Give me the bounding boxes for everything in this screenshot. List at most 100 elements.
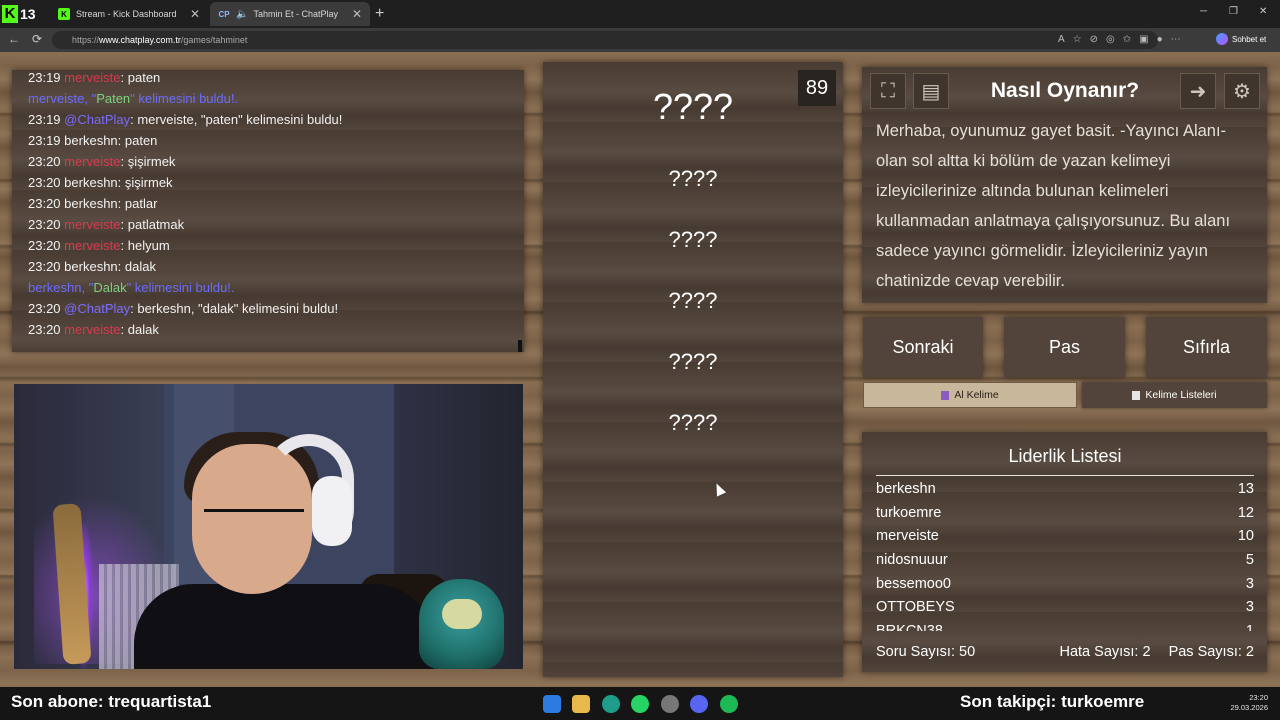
chat-timestamp: 23:20	[28, 154, 61, 169]
tracking-icon[interactable]: ⊘	[1090, 34, 1098, 45]
minimize-button[interactable]: ─	[1200, 6, 1207, 17]
url-host: www.chatplay.com.tr	[99, 35, 181, 45]
whatsapp-icon[interactable]	[631, 695, 649, 713]
leaderboard-row: nidosnuuur 5	[876, 549, 1254, 573]
chat-timestamp: 23:20	[28, 175, 61, 190]
game-stats: Soru Sayısı: 50 Hata Sayısı: 2 Pas Sayıs…	[876, 644, 1254, 660]
clock-date: 29.03.2026	[1230, 703, 1268, 712]
reset-button[interactable]: Sıfırla	[1146, 317, 1267, 377]
chat-username[interactable]: berkeshn	[64, 196, 117, 211]
back-button[interactable]: ←	[8, 32, 20, 46]
chat-text: : helyum	[120, 238, 170, 253]
chat-username[interactable]: merveiste	[64, 217, 120, 232]
copilot-icon	[1216, 33, 1228, 45]
address-bar-row: ← ⟳ https://www.chatplay.com.tr/games/ta…	[0, 28, 1280, 52]
chat-text: : dalak	[117, 259, 156, 274]
chat-username[interactable]: merveiste	[64, 322, 120, 337]
browser-tabstrip: K 13 K Stream - Kick Dashboard ✕ CP 🔈 Ta…	[0, 0, 1280, 28]
more-menu-icon[interactable]: ⋯	[1171, 34, 1181, 45]
reload-button[interactable]: ⟳	[32, 32, 42, 46]
file-explorer-icon[interactable]	[572, 695, 590, 713]
hint-word: ????	[668, 227, 718, 252]
chat-username[interactable]: berkeshn	[64, 259, 117, 274]
get-word-button[interactable]: Al Kelime	[863, 382, 1077, 408]
close-tab-icon[interactable]: ✕	[352, 7, 362, 21]
windows-start-icon[interactable]	[543, 695, 561, 713]
tab-kick-dashboard[interactable]: K Stream - Kick Dashboard ✕	[50, 2, 208, 26]
collections-icon[interactable]: ▣	[1139, 34, 1148, 45]
close-window-button[interactable]: ✕	[1259, 6, 1267, 17]
pass-button[interactable]: Pas	[1004, 317, 1125, 377]
profile-icon[interactable]: ●	[1157, 34, 1163, 45]
chat-username[interactable]: merveiste	[64, 238, 120, 253]
player-score: 13	[1237, 481, 1254, 497]
chat-timestamp: 23:20	[28, 301, 61, 316]
chat-message: 23:20 berkeshn: şişirmek	[28, 172, 508, 193]
tab-chatplay[interactable]: CP 🔈 Tahmin Et - ChatPlay ✕	[210, 2, 370, 26]
system-clock[interactable]: 23:20 29.03.2026	[1226, 693, 1268, 713]
chat-message: 23:19 merveiste: paten	[28, 70, 508, 88]
player-name: turkoemre	[876, 504, 942, 521]
get-word-label: Al Kelime	[954, 389, 999, 401]
last-subscriber-overlay: Son abone: trequartista1	[11, 692, 212, 711]
url-prefix: https://	[72, 35, 100, 45]
chat-timestamp: 23:19	[28, 112, 61, 127]
fullscreen-icon[interactable]: ⛶	[870, 73, 906, 109]
chat-timestamp: 23:19	[28, 133, 61, 148]
player-score: 10	[1237, 528, 1254, 545]
leaderboard-title: Liderlik Listesi	[876, 446, 1254, 476]
chat-text: : paten	[120, 70, 161, 85]
chat-username[interactable]: merveiste	[64, 154, 120, 169]
chat-system-message: berkeshn, "Dalak" kelimesini buldu!.	[28, 280, 235, 295]
edge-browser-icon[interactable]	[602, 695, 620, 713]
spotify-icon[interactable]	[720, 695, 738, 713]
document-icon[interactable]: ▤	[913, 73, 949, 109]
chat-username[interactable]: berkeshn	[64, 133, 117, 148]
discord-icon[interactable]	[690, 695, 708, 713]
tab-title: Stream - Kick Dashboard	[76, 9, 177, 19]
speaker-icon[interactable]: 🔈	[236, 9, 248, 20]
next-button[interactable]: Sonraki	[863, 317, 983, 377]
chat-scrollbar[interactable]	[518, 340, 522, 352]
url-field[interactable]: https://www.chatplay.com.tr/games/tahmin…	[52, 31, 1158, 49]
chat-username[interactable]: berkeshn	[64, 175, 117, 190]
chat-timestamp: 23:20	[28, 217, 61, 232]
favorite-star-icon[interactable]: ☆	[1073, 34, 1082, 45]
url-path: /games/tahminet	[180, 35, 248, 45]
leaderboard-list[interactable]: berkeshn 13 turkoemre 12 merveiste 10 nidosnuu…	[876, 478, 1254, 631]
chat-username[interactable]: @ChatPlay	[64, 301, 130, 316]
chat-username[interactable]: merveiste	[64, 70, 120, 85]
chat-message: 23:19 berkeshn: paten	[28, 130, 508, 151]
close-tab-icon[interactable]: ✕	[190, 7, 200, 21]
leaderboard-row: OTTOBEYS 3	[876, 596, 1254, 620]
kick-app-badge[interactable]: K 13	[2, 4, 46, 24]
copilot-chat-button[interactable]: Sohbet et	[1216, 33, 1266, 45]
settings-gear-icon[interactable]: ⚙	[1224, 73, 1260, 109]
favorites-icon[interactable]: ✩	[1123, 34, 1131, 45]
leaderboard-row: BRKCN38 1	[876, 620, 1254, 631]
chat-message: 23:20 @ChatPlay: berkeshn, "dalak" kelim…	[28, 298, 508, 319]
word-lists-button[interactable]: Kelime Listeleri	[1082, 382, 1267, 408]
refresh-extension-icon[interactable]: ◎	[1106, 34, 1115, 45]
chat-timestamp: 23:20	[28, 238, 61, 253]
chat-panel: 23:19 merveiste: paten merveiste, "Paten"…	[12, 70, 524, 352]
new-tab-button[interactable]: +	[375, 5, 384, 23]
chat-username[interactable]: @ChatPlay	[64, 112, 130, 127]
app-badge-count: 13	[20, 6, 36, 22]
player-score: 3	[1245, 599, 1254, 616]
chat-messages: 23:19 merveiste: paten merveiste, "Paten"…	[28, 70, 508, 340]
tab-title: Tahmin Et - ChatPlay	[253, 9, 338, 19]
chat-text: : dalak	[120, 322, 159, 337]
read-aloud-icon[interactable]: A	[1058, 34, 1065, 45]
main-word: ????	[652, 86, 734, 127]
obs-icon[interactable]	[661, 695, 679, 713]
leaderboard-row: berkeshn 13	[876, 478, 1254, 502]
player-name: bessemoo0	[876, 575, 951, 592]
chatplay-icon: CP	[218, 9, 230, 19]
logout-icon[interactable]: ➜	[1180, 73, 1216, 109]
hint-word: ????	[668, 410, 718, 435]
webcam-streamer-body	[134, 584, 434, 669]
restore-button[interactable]: ❐	[1229, 6, 1238, 17]
webcam-feed	[14, 384, 523, 669]
list-icon	[1132, 390, 1141, 400]
